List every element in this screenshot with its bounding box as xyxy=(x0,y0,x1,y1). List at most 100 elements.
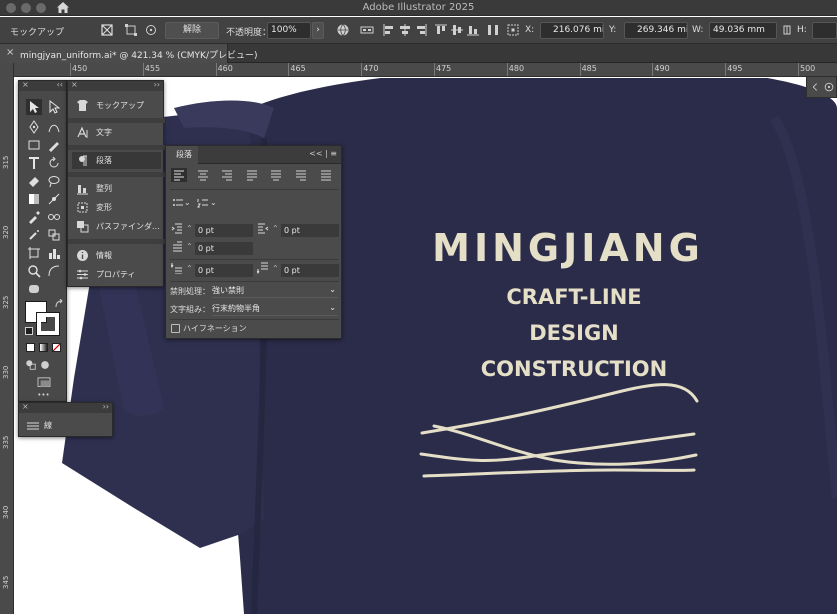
tab-paragraph[interactable]: 段落 xyxy=(166,146,198,164)
eyedropper-tool-icon[interactable] xyxy=(26,209,42,225)
selection-tool-icon[interactable] xyxy=(26,99,42,115)
document-tab[interactable]: × mingjyan_uniform.ai* @ 421.34 % (CMYK/… xyxy=(0,44,258,63)
align-h-center-icon[interactable] xyxy=(398,23,412,37)
stepper-icon[interactable]: ⌃ xyxy=(186,264,193,273)
link-icon[interactable] xyxy=(780,23,794,37)
h-field[interactable] xyxy=(812,22,837,39)
panel-dock-header[interactable]: × ›› xyxy=(68,80,163,91)
target-icon[interactable] xyxy=(144,23,158,37)
artboard-tool-icon[interactable] xyxy=(26,245,42,261)
panel-item-transform[interactable]: 変形 xyxy=(72,199,161,216)
stroke-icon[interactable] xyxy=(26,421,40,431)
none-mode-button[interactable] xyxy=(52,343,61,352)
color-mode-button[interactable] xyxy=(26,343,35,352)
first-line-indent-field[interactable]: 0 pt xyxy=(195,242,253,255)
align-right-button[interactable] xyxy=(219,168,235,182)
panel-item-paragraph[interactable]: 段落 xyxy=(72,152,161,169)
align-v-center-icon[interactable] xyxy=(450,23,464,37)
draw-mode-icon[interactable] xyxy=(25,359,37,371)
align-top-edge-icon[interactable] xyxy=(434,23,448,37)
zoom-tool-icon[interactable] xyxy=(26,263,42,279)
align-left-button[interactable] xyxy=(171,168,187,182)
numbering-icon[interactable] xyxy=(197,197,209,209)
vertical-ruler[interactable]: 315 320 325 330 335 340 345 xyxy=(0,63,14,614)
curvature-tool-icon[interactable] xyxy=(46,119,62,135)
right-dock-collapse-button[interactable] xyxy=(806,76,837,98)
reference-point-icon[interactable] xyxy=(506,23,520,37)
default-colors-icon[interactable] xyxy=(25,327,33,335)
type-tool-icon[interactable] xyxy=(26,155,42,171)
panel-menu-button[interactable]: << | ≡ xyxy=(309,149,337,158)
tab-close-icon[interactable]: × xyxy=(6,47,14,58)
opacity-field[interactable]: 100% xyxy=(267,22,311,39)
symbol-sprayer-tool-icon[interactable] xyxy=(26,227,42,243)
artwork-line-design[interactable]: DESIGN xyxy=(474,321,674,345)
artwork-line-craft[interactable]: CRAFT-LINE xyxy=(474,285,674,309)
pencil-tool-icon[interactable] xyxy=(46,137,62,153)
w-field[interactable]: 49.036 mm xyxy=(709,22,777,39)
gradient-mode-button[interactable] xyxy=(39,343,48,352)
swap-fill-stroke-icon[interactable] xyxy=(54,299,64,309)
chevron-down-icon[interactable]: ⌄ xyxy=(210,198,217,207)
menu-icon[interactable]: ≡ xyxy=(330,149,337,158)
rotate-tool-icon[interactable] xyxy=(46,155,62,171)
panel-item-character[interactable]: 文字 xyxy=(72,124,161,141)
blend-tool-icon[interactable] xyxy=(46,209,62,225)
align-right-edge-icon[interactable] xyxy=(414,23,428,37)
kinsoku-select[interactable]: 強い禁則 ⌄ xyxy=(212,285,338,298)
align-left-edge-icon[interactable] xyxy=(382,23,396,37)
width-tool-icon[interactable] xyxy=(46,191,62,207)
panel-item-mockup[interactable]: モックアップ xyxy=(72,97,161,114)
gradient-tool-icon[interactable] xyxy=(26,191,42,207)
arc-tool-icon[interactable] xyxy=(46,263,62,279)
stepper-icon[interactable]: ⌃ xyxy=(272,224,279,233)
chevron-down-icon[interactable]: ⌄ xyxy=(184,198,191,207)
stepper-icon[interactable]: ⌃ xyxy=(272,264,279,273)
space-before-field[interactable]: 0 pt xyxy=(195,264,253,277)
left-indent-field[interactable]: 0 pt xyxy=(195,224,253,237)
shape-builder-tool-icon[interactable] xyxy=(46,227,62,243)
stepper-icon[interactable]: ⌃ xyxy=(186,242,193,251)
collapse-icon[interactable]: << xyxy=(309,149,322,158)
draw-behind-icon[interactable] xyxy=(39,359,51,371)
distribute-icon[interactable] xyxy=(486,23,500,37)
artwork-line-construction[interactable]: CONSTRUCTION xyxy=(454,357,694,381)
justify-all-button[interactable] xyxy=(318,168,334,182)
align-center-button[interactable] xyxy=(195,168,211,182)
panel-item-pathfinder[interactable]: パスファインダ... xyxy=(72,218,161,235)
artwork-title[interactable]: MINGJIANG xyxy=(432,226,704,270)
justify-left-button[interactable] xyxy=(244,168,260,182)
stroke-panel-header[interactable]: × ›› xyxy=(19,402,112,413)
rectangle-tool-icon[interactable] xyxy=(26,137,42,153)
eraser-tool-icon[interactable] xyxy=(26,173,42,189)
x-field[interactable]: 216.076 mi xyxy=(540,22,604,39)
mojikumi-select[interactable]: 行末約物半角 ⌄ xyxy=(212,303,338,316)
right-indent-field[interactable]: 0 pt xyxy=(281,224,339,237)
hyphenation-checkbox[interactable] xyxy=(171,324,180,333)
tools-panel-header[interactable]: × ‹‹ xyxy=(19,80,66,91)
stepper-icon[interactable]: ⌃ xyxy=(186,224,193,233)
direct-selection-tool-icon[interactable] xyxy=(46,99,62,115)
bullets-icon[interactable] xyxy=(172,197,184,209)
stroke-panel-label[interactable]: 線 xyxy=(44,420,52,431)
align-bottom-edge-icon[interactable] xyxy=(466,23,480,37)
pen-tool-icon[interactable] xyxy=(26,119,42,135)
mockup-edit-icon[interactable] xyxy=(100,23,114,37)
space-after-field[interactable]: 0 pt xyxy=(281,264,339,277)
panel-item-align[interactable]: 整列 xyxy=(72,180,161,197)
column-graph-tool-icon[interactable] xyxy=(46,245,62,261)
lasso-tool-icon[interactable] xyxy=(46,173,62,189)
horizontal-ruler[interactable]: 450 455 460 465 470 475 480 485 490 495 500 xyxy=(14,63,837,77)
stroke-swatch[interactable] xyxy=(36,312,60,336)
more-tools-button[interactable]: ••• xyxy=(19,391,68,399)
opacity-arrow-button[interactable]: › xyxy=(312,22,324,39)
panel-item-properties[interactable]: プロパティ xyxy=(72,266,161,283)
justify-center-button[interactable] xyxy=(268,168,284,182)
bounding-box-icon[interactable] xyxy=(124,23,138,37)
release-button[interactable]: 解除 xyxy=(165,22,219,39)
y-field[interactable]: 269.346 mi xyxy=(624,22,688,39)
recolor-icon[interactable] xyxy=(360,23,374,37)
panel-item-info[interactable]: 情報 xyxy=(72,247,161,264)
globe-icon[interactable] xyxy=(336,23,350,37)
screen-mode-icon[interactable] xyxy=(36,377,52,389)
